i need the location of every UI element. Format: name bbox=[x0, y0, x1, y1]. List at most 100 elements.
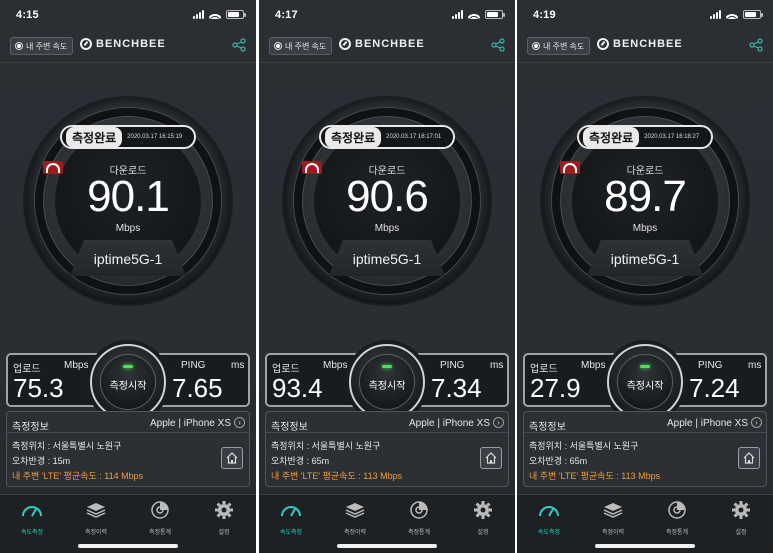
download-value: 90.1 bbox=[87, 172, 170, 221]
tab-speed-test[interactable]: 속도측정 bbox=[0, 501, 64, 536]
chevron-right-icon[interactable]: › bbox=[493, 417, 504, 428]
info-panel: 측정정보 Apple | iPhone XS › 측정위치 : 서울특별시 노원… bbox=[265, 411, 509, 487]
tab-stats[interactable]: 측정통계 bbox=[387, 501, 451, 536]
location-dot-icon bbox=[274, 42, 282, 50]
nearby-speed-button[interactable]: 내 주변 속도 bbox=[10, 37, 74, 55]
stats-icon bbox=[410, 501, 428, 519]
header-divider bbox=[259, 62, 515, 63]
status-icons bbox=[193, 10, 246, 19]
nearby-avg-text: 내 주변 'LTE' 평균속도 : 114 Mbps bbox=[12, 471, 144, 481]
logo-icon bbox=[80, 38, 92, 50]
brand-logo: BENCHBEE bbox=[597, 38, 683, 50]
tab-history[interactable]: 측정이력 bbox=[581, 501, 645, 536]
speed-gauge: 측정완료 2020.03.17 16:18:27 다운로드 89.7 Mbps i… bbox=[542, 98, 748, 304]
start-test-button[interactable]: 측정시작 bbox=[349, 344, 425, 420]
location-dot-icon bbox=[532, 42, 540, 50]
status-badge: 측정완료 2020.03.17 16:17:01 bbox=[319, 125, 455, 149]
share-icon[interactable] bbox=[749, 38, 763, 52]
ping-unit: ms bbox=[231, 360, 245, 371]
network-ssid: iptime5G-1 bbox=[93, 251, 163, 267]
tab-stats[interactable]: 측정통계 bbox=[128, 501, 192, 536]
home-icon[interactable] bbox=[738, 447, 760, 469]
ping-label: PING bbox=[698, 360, 723, 371]
ping-unit: ms bbox=[748, 360, 762, 371]
status-time: 4:19 bbox=[533, 9, 556, 21]
home-icon[interactable] bbox=[480, 447, 502, 469]
nearby-avg-text: 내 주변 'LTE' 평균속도 : 113 Mbps bbox=[529, 471, 661, 481]
upload-unit: Mbps bbox=[581, 360, 606, 371]
download-unit: Mbps bbox=[374, 223, 400, 234]
start-test-button[interactable]: 측정시작 bbox=[607, 344, 683, 420]
measure-date: 2020.03.17 16:18:27 bbox=[644, 134, 700, 140]
history-icon bbox=[86, 503, 106, 518]
history-icon bbox=[345, 503, 365, 518]
status-time: 4:17 bbox=[275, 9, 298, 21]
brand-logo: BENCHBEE bbox=[80, 38, 166, 50]
network-ssid: iptime5G-1 bbox=[352, 251, 422, 267]
tab-settings[interactable]: 설정 bbox=[709, 501, 773, 536]
speedometer-icon bbox=[281, 506, 301, 517]
share-icon[interactable] bbox=[232, 38, 246, 52]
phone-screen-1: 4:15 내 주변 속도 BENCHBEE 측정완료 2020.03.17 16:… bbox=[0, 0, 256, 553]
tab-settings[interactable]: 설정 bbox=[451, 501, 515, 536]
tab-speed-test[interactable]: 속도측정 bbox=[517, 501, 581, 536]
logo-icon bbox=[339, 38, 351, 50]
tab-history[interactable]: 측정이력 bbox=[323, 501, 387, 536]
tab-stats[interactable]: 측정통계 bbox=[645, 501, 709, 536]
app-header: 내 주변 속도 BENCHBEE bbox=[259, 30, 515, 62]
ping-value: 7.24 bbox=[689, 373, 740, 403]
info-title: 측정정보 bbox=[271, 422, 308, 433]
location-text: 측정위치 : 서울특별시 노원구 bbox=[529, 441, 639, 451]
ping-value: 7.65 bbox=[172, 373, 223, 403]
app-header: 내 주변 속도 BENCHBEE bbox=[517, 30, 773, 62]
nearby-avg-text: 내 주변 'LTE' 평균속도 : 113 Mbps bbox=[271, 471, 403, 481]
radius-text: 오차반경 : 65m bbox=[529, 456, 588, 466]
home-indicator bbox=[595, 544, 695, 548]
device-name: Apple | iPhone XS bbox=[150, 418, 231, 429]
upload-value: 75.3 bbox=[13, 373, 64, 403]
speedometer-icon bbox=[539, 506, 559, 517]
status-bar: 4:17 bbox=[259, 0, 515, 30]
ping-value: 7.34 bbox=[431, 373, 482, 403]
network-ssid: iptime5G-1 bbox=[610, 251, 680, 267]
stats-icon bbox=[668, 501, 686, 519]
status-badge: 측정완료 2020.03.17 16:18:27 bbox=[577, 125, 713, 149]
measure-date: 2020.03.17 16:17:01 bbox=[386, 134, 442, 140]
share-icon[interactable] bbox=[491, 38, 505, 52]
info-panel: 측정정보 Apple | iPhone XS › 측정위치 : 서울특별시 노원… bbox=[523, 411, 767, 487]
location-dot-icon bbox=[15, 42, 23, 50]
chevron-right-icon[interactable]: › bbox=[751, 417, 762, 428]
ping-label: PING bbox=[440, 360, 465, 371]
device-name: Apple | iPhone XS bbox=[409, 418, 490, 429]
home-indicator bbox=[337, 544, 437, 548]
ping-unit: ms bbox=[490, 360, 504, 371]
app-header: 내 주변 속도 BENCHBEE bbox=[0, 30, 256, 62]
speed-gauge: 측정완료 2020.03.17 16:17:01 다운로드 90.6 Mbps i… bbox=[284, 98, 490, 304]
upload-unit: Mbps bbox=[323, 360, 348, 371]
info-panel: 측정정보 Apple | iPhone XS › 측정위치 : 서울특별시 노원… bbox=[6, 411, 250, 487]
signal-icon bbox=[710, 10, 721, 19]
battery-icon bbox=[743, 10, 763, 19]
tab-history[interactable]: 측정이력 bbox=[64, 501, 128, 536]
home-icon[interactable] bbox=[221, 447, 243, 469]
nearby-speed-button[interactable]: 내 주변 속도 bbox=[269, 37, 333, 55]
info-title: 측정정보 bbox=[12, 422, 49, 433]
header-divider bbox=[0, 62, 256, 63]
nearby-speed-button[interactable]: 내 주변 속도 bbox=[527, 37, 591, 55]
header-divider bbox=[517, 62, 773, 63]
location-text: 측정위치 : 서울특별시 노원구 bbox=[271, 441, 381, 451]
status-bar: 4:15 bbox=[0, 0, 256, 30]
measure-date: 2020.03.17 16:15:19 bbox=[127, 134, 183, 140]
phone-screen-2: 4:17 내 주변 속도 BENCHBEE 측정완료 2020.03.17 16:… bbox=[259, 0, 515, 553]
tab-settings[interactable]: 설정 bbox=[192, 501, 256, 536]
radius-text: 오차반경 : 15m bbox=[12, 456, 71, 466]
wifi-icon bbox=[209, 10, 221, 19]
download-value: 90.6 bbox=[346, 172, 429, 221]
signal-icon bbox=[452, 10, 463, 19]
start-test-button[interactable]: 측정시작 bbox=[90, 344, 166, 420]
history-icon bbox=[603, 503, 623, 518]
battery-icon bbox=[485, 10, 505, 19]
tab-speed-test[interactable]: 속도측정 bbox=[259, 501, 323, 536]
device-name: Apple | iPhone XS bbox=[667, 418, 748, 429]
chevron-right-icon[interactable]: › bbox=[234, 417, 245, 428]
